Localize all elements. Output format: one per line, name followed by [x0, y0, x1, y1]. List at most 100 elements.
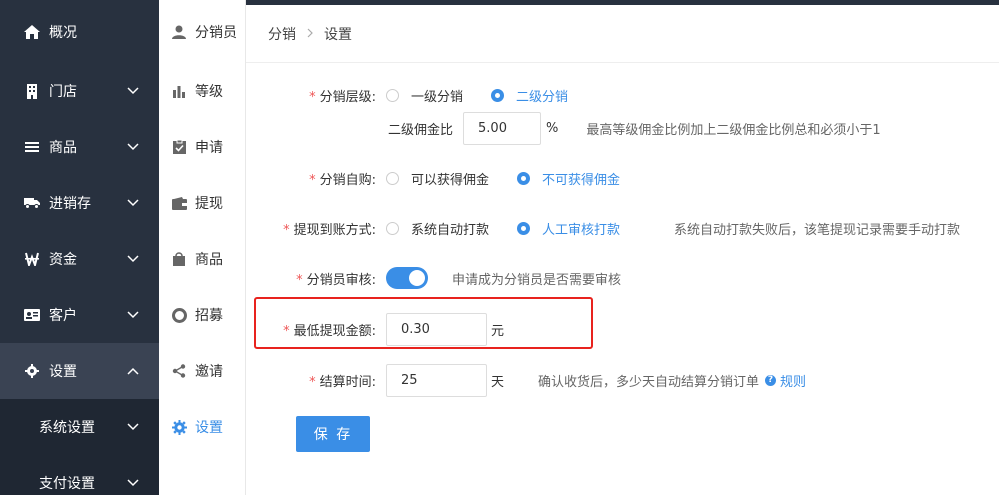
sidebar-subitem-label: 支付设置 [39, 476, 95, 492]
subnav-item-withdraw[interactable]: 提现 [159, 175, 245, 231]
sidebar-subitem-system-settings[interactable]: 系统设置 [0, 399, 159, 455]
sidebar-item-label: 进销存 [49, 196, 91, 212]
home-icon [24, 24, 40, 40]
form-label: * 分销自购: [309, 172, 376, 188]
store-icon [24, 83, 40, 99]
radio-circle [517, 171, 531, 185]
gear-icon [24, 363, 40, 379]
chevron-up-icon [127, 367, 139, 375]
radio-withdraw-manual[interactable]: 人工审核打款 [517, 219, 620, 238]
settle-days-input[interactable] [386, 363, 487, 397]
chevron-down-icon [127, 199, 139, 207]
yen-icon [24, 251, 40, 267]
share-icon [171, 363, 187, 379]
radio-circle [386, 88, 399, 102]
sidebar-subitem-label: 系统设置 [39, 420, 95, 436]
gear-icon [171, 419, 187, 435]
form-label: * 提现到账方式: [283, 222, 376, 238]
subnav-item-label: 设置 [195, 420, 223, 436]
radio-withdraw-auto[interactable]: 系统自动打款 [386, 219, 489, 238]
sidebar-item-label: 概况 [49, 24, 77, 41]
sidebar-item-customer[interactable]: 客户 [0, 287, 159, 343]
subnav-item-label: 申请 [195, 140, 223, 156]
bar-chart-icon [171, 83, 187, 99]
withdraw-hint: 系统自动打款失败后，该笔提现记录需要手动打款 [674, 222, 961, 238]
sidebar-item-goods[interactable]: 商品 [0, 119, 159, 175]
form-row-self-purchase: * 分销自购: 可以获得佣金 不可获得佣金 [246, 161, 999, 195]
review-hint: 申请成为分销员是否需要审核 [452, 272, 622, 288]
sidebar-item-store[interactable]: 门店 [0, 63, 159, 119]
commission-label: 二级佣金比 [388, 122, 454, 138]
subnav-item-label: 商品 [195, 252, 223, 268]
radio-circle [517, 221, 531, 235]
form-row-min-withdraw: *最低提现金额: 元 [246, 312, 999, 346]
radio-self-purchase-yes[interactable]: 可以获得佣金 [386, 169, 489, 188]
form-row-withdraw: * 提现到账方式: 系统自动打款 人工审核打款 系统自动打款失败后，该笔提现记录需… [246, 211, 999, 245]
subnav-item-settings[interactable]: 设置 [159, 399, 245, 455]
form-row-review: * 分销员审核: 申请成为分销员是否需要审核 [246, 261, 999, 295]
sidebar-item-label: 客户 [49, 308, 77, 324]
chevron-down-icon [127, 87, 139, 95]
form-label: * 最低提现金额: [283, 323, 376, 339]
breadcrumb-current: 设置 [324, 26, 352, 43]
main-sidebar: 概况 门店 商品 进销存 资金 客户 设置 系统设置 支付设置 [0, 0, 159, 495]
id-card-icon [24, 307, 40, 323]
radio-level-one[interactable]: 一级分销 [386, 86, 463, 105]
help-icon: ? [765, 374, 777, 386]
breadcrumb: 分销 设置 [246, 5, 999, 63]
settle-hint: 确认收货后，多少天自动结算分销订单 [538, 374, 760, 390]
form-label: * 结算时间: [309, 374, 376, 390]
radio-circle [491, 88, 505, 102]
sidebar-item-funds[interactable]: 资金 [0, 231, 159, 287]
radio-self-purchase-no[interactable]: 不可获得佣金 [517, 169, 620, 188]
subnav-item-label: 邀请 [195, 364, 223, 380]
min-withdraw-input[interactable] [386, 312, 487, 346]
secondary-sidebar: 分销员 等级 申请 提现 商品 招募 邀请 设置 [159, 0, 246, 495]
subnav-item-apply[interactable]: 申请 [159, 119, 245, 175]
chevron-down-icon [127, 423, 139, 431]
rules-link[interactable]: 规则 [780, 371, 806, 390]
radio-circle [386, 171, 399, 185]
subnav-item-distributor[interactable]: 分销员 [159, 0, 245, 63]
subnav-item-invite[interactable]: 邀请 [159, 343, 245, 399]
sidebar-item-label: 资金 [49, 252, 77, 268]
subnav-item-recruit[interactable]: 招募 [159, 287, 245, 343]
sidebar-item-overview[interactable]: 概况 [0, 0, 159, 63]
breadcrumb-parent[interactable]: 分销 [268, 24, 296, 44]
list-icon [24, 139, 40, 155]
sidebar-item-label: 设置 [49, 364, 77, 380]
wallet-icon [171, 195, 187, 211]
chevron-down-icon [127, 479, 139, 487]
chevron-down-icon [127, 311, 139, 319]
user-icon [171, 24, 187, 40]
radio-level-two[interactable]: 二级分销 [491, 86, 568, 105]
commission-unit: % [546, 120, 559, 136]
sidebar-item-label: 门店 [49, 84, 77, 100]
form-label: * 分销层级: [309, 89, 376, 105]
subnav-item-label: 提现 [195, 196, 223, 212]
bag-icon [171, 251, 187, 267]
chevron-right-icon [306, 26, 314, 42]
sidebar-item-settings[interactable]: 设置 [0, 343, 159, 399]
truck-icon [24, 195, 40, 211]
chevron-down-icon [127, 255, 139, 263]
form-label: * 分销员审核: [296, 272, 376, 288]
sidebar-subitem-payment-settings[interactable]: 支付设置 [0, 455, 159, 495]
commission-hint: 最高等级佣金比例加上二级佣金比例总和必须小于1 [586, 122, 881, 138]
settle-unit: 天 [491, 374, 505, 390]
min-withdraw-unit: 元 [491, 323, 505, 339]
form-row-level: * 分销层级: 一级分销 二级分销 [246, 78, 999, 112]
save-button[interactable]: 保 存 [296, 416, 370, 452]
subnav-item-label: 招募 [195, 308, 223, 324]
sidebar-item-label: 商品 [49, 140, 77, 156]
subnav-item-level[interactable]: 等级 [159, 63, 245, 119]
review-toggle[interactable] [386, 267, 428, 289]
subnav-item-label: 等级 [195, 84, 223, 100]
sidebar-item-inventory[interactable]: 进销存 [0, 175, 159, 231]
commission-input[interactable] [463, 111, 542, 145]
lifebuoy-icon [171, 307, 187, 323]
chevron-down-icon [127, 143, 139, 151]
form-row-commission: 二级佣金比 % 最高等级佣金比例加上二级佣金比例总和必须小于1 [246, 111, 999, 145]
radio-circle [386, 221, 399, 235]
subnav-item-goods[interactable]: 商品 [159, 231, 245, 287]
